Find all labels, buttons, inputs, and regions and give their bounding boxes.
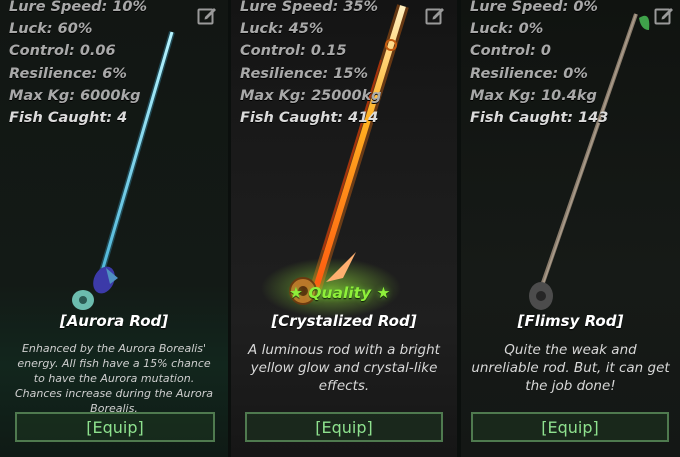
- rod-name: [Crystalized Rod]: [271, 312, 417, 330]
- rod-stats: Lure Speed: 35% Luck: 45% Control: 0.15 …: [240, 0, 382, 129]
- stat-fish-caught: Fish Caught: 4: [9, 110, 128, 127]
- edit-icon[interactable]: [424, 4, 446, 26]
- rod-description: Quite the weak and unreliable rod. But, …: [471, 342, 670, 394]
- rod-card-flimsy[interactable]: Lure Speed: 0% Luck: 0% Control: 0 Resil…: [461, 0, 680, 457]
- rod-name: [Flimsy Rod]: [517, 312, 624, 330]
- rod-stats: Lure Speed: 10% Luck: 60% Control: 0.06 …: [9, 0, 147, 129]
- stat-resilience: Resilience: 0%: [470, 65, 588, 82]
- stat-luck: Luck: 60%: [9, 21, 93, 38]
- stat-resilience: Resilience: 15%: [240, 65, 368, 82]
- edit-icon[interactable]: [196, 4, 218, 26]
- stat-lure-speed: Lure Speed: 35%: [240, 0, 379, 15]
- stat-fish-caught: Fish Caught: 143: [470, 110, 609, 127]
- stat-luck: Luck: 0%: [470, 21, 544, 38]
- star-icon: ★: [376, 284, 391, 302]
- rod-stats: Lure Speed: 0% Luck: 0% Control: 0 Resil…: [470, 0, 608, 129]
- stat-max-kg: Max Kg: 10.4kg: [470, 87, 597, 104]
- stat-luck: Luck: 45%: [240, 21, 324, 38]
- stat-resilience: Resilience: 6%: [9, 65, 127, 82]
- equip-button[interactable]: [Equip]: [245, 412, 443, 442]
- stat-lure-speed: Lure Speed: 10%: [9, 0, 148, 15]
- equip-button[interactable]: [Equip]: [15, 412, 215, 442]
- stat-control: Control: 0: [470, 43, 551, 60]
- stat-max-kg: Max Kg: 25000kg: [240, 87, 382, 104]
- quality-badge: ★ Quality ★: [289, 284, 390, 302]
- stat-lure-speed: Lure Speed: 0%: [470, 0, 598, 15]
- rod-card-crystalized[interactable]: Lure Speed: 35% Luck: 45% Control: 0.15 …: [231, 0, 457, 457]
- rod-description: Enhanced by the Aurora Borealis' energy.…: [14, 342, 214, 415]
- rod-card-aurora[interactable]: Lure Speed: 10% Luck: 60% Control: 0.06 …: [0, 0, 228, 457]
- stat-control: Control: 0.15: [240, 43, 347, 60]
- star-icon: ★: [289, 284, 303, 302]
- quality-label: Quality: [308, 284, 372, 302]
- edit-icon[interactable]: [653, 4, 675, 26]
- stat-control: Control: 0.06: [9, 43, 116, 60]
- stat-max-kg: Max Kg: 6000kg: [9, 87, 141, 104]
- rod-name: [Aurora Rod]: [59, 312, 169, 330]
- equip-button[interactable]: [Equip]: [471, 412, 669, 442]
- stat-fish-caught: Fish Caught: 414: [240, 110, 379, 127]
- rod-description: A luminous rod with a bright yellow glow…: [248, 342, 440, 394]
